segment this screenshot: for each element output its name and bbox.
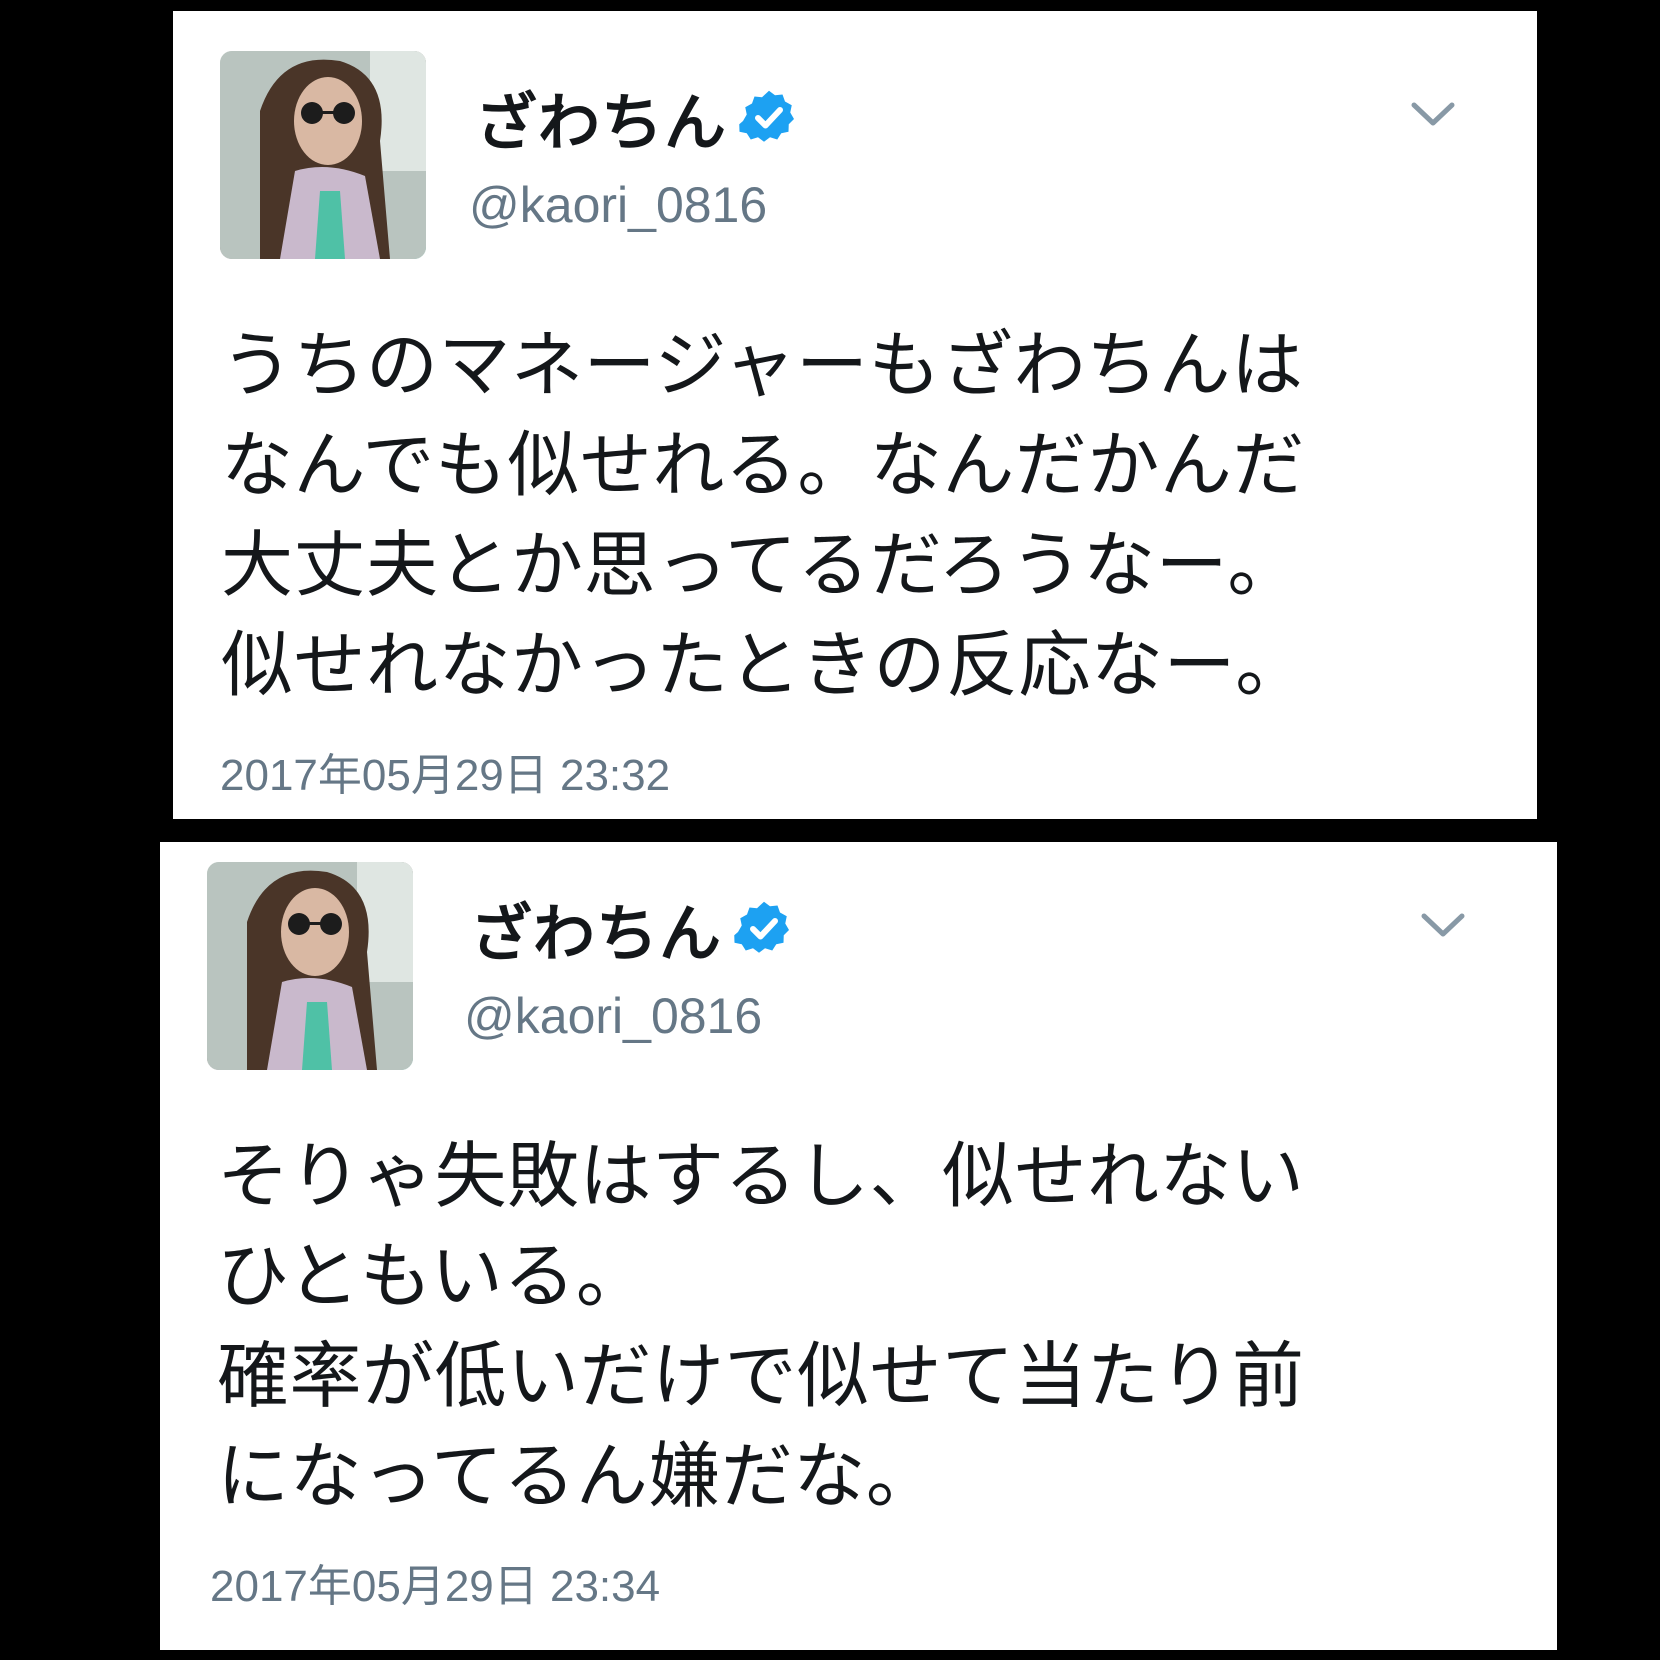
tweet-text: うちのマネージャーもざわちんは なんでも似せれる。なんだかんだ 大丈夫とか思って…: [221, 323, 1308, 707]
tweet-timestamp[interactable]: 2017年05月29日 23:32: [220, 739, 670, 803]
profile-photo-icon: [207, 862, 413, 1070]
author-row: ざわちん: [475, 77, 799, 159]
user-handle[interactable]: @kaori_0816: [469, 176, 767, 234]
user-handle[interactable]: @kaori_0816: [464, 987, 762, 1045]
display-name[interactable]: ざわちん: [470, 883, 722, 973]
tweet-timestamp[interactable]: 2017年05月29日 23:34: [210, 1550, 660, 1614]
avatar[interactable]: [220, 51, 426, 259]
tweet-card: ざわちん @kaori_0816 うちのマネージャーもざわちんは なんでも似せれ…: [173, 11, 1537, 819]
display-name[interactable]: ざわちん: [475, 72, 727, 162]
tweet-card: ざわちん @kaori_0816 そりゃ失敗はするし、似せれない ひともいる。 …: [160, 842, 1557, 1650]
avatar[interactable]: [207, 862, 413, 1070]
verified-badge-icon: [739, 90, 795, 142]
author-row: ざわちん: [470, 888, 794, 970]
chevron-down-icon[interactable]: [1420, 910, 1466, 940]
tweet-text: そりゃ失敗はするし、似せれない ひともいる。 確率が低いだけで似せて当たり前 に…: [217, 1134, 1305, 1518]
verified-badge-icon: [734, 901, 790, 953]
chevron-down-icon[interactable]: [1410, 99, 1456, 129]
profile-photo-icon: [220, 51, 426, 259]
